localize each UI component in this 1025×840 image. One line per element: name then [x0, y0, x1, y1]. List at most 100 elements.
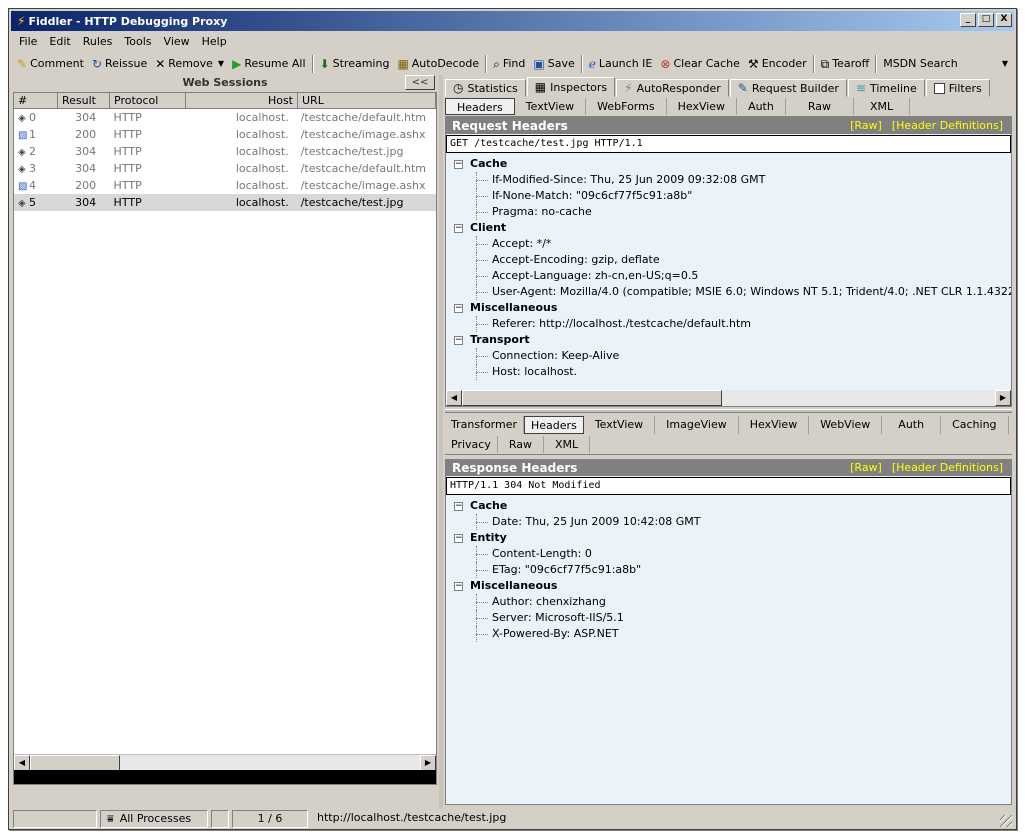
collapse-toggle-icon[interactable]: −	[454, 534, 463, 543]
close-button[interactable]: X	[996, 13, 1012, 27]
launch-ie-button[interactable]: ℯ Launch IE	[585, 54, 657, 74]
collapse-toggle-icon[interactable]: −	[454, 224, 463, 233]
header-item[interactable]: Server: Microsoft-IIS/5.1	[452, 610, 1011, 626]
collapse-button[interactable]: <<	[405, 75, 435, 90]
column-id[interactable]: #	[14, 93, 58, 109]
menu-view[interactable]: View	[158, 33, 196, 51]
response-raw-link[interactable]: [Raw]	[850, 461, 882, 474]
header-item[interactable]: Accept: */*	[452, 236, 1011, 252]
request-group-miscellaneous[interactable]: − Miscellaneous	[452, 300, 1011, 316]
maximize-button[interactable]: □	[978, 13, 994, 27]
response-tab-xml[interactable]: XML	[544, 436, 591, 453]
response-tab-hexview[interactable]: HexView	[739, 416, 810, 434]
horizontal-splitter[interactable]	[445, 409, 1012, 413]
scroll-right-arrow-icon[interactable]: ▶	[420, 755, 436, 771]
vertical-splitter[interactable]	[439, 75, 443, 809]
streaming-button[interactable]: ⬇ Streaming	[316, 54, 394, 74]
response-tab-textview[interactable]: TextView	[584, 416, 656, 434]
menu-edit[interactable]: Edit	[43, 33, 76, 51]
scrollbar-thumb[interactable]	[30, 755, 120, 771]
menu-rules[interactable]: Rules	[77, 33, 119, 51]
header-item[interactable]: Connection: Keep-Alive	[452, 348, 1011, 364]
response-tab-headers[interactable]: Headers	[524, 416, 584, 434]
sessions-horizontal-scrollbar[interactable]: ◀ ▶	[14, 754, 436, 771]
collapse-toggle-icon[interactable]: −	[454, 160, 463, 169]
response-tab-privacy[interactable]: Privacy	[445, 436, 498, 453]
request-group-transport[interactable]: − Transport	[452, 332, 1011, 348]
request-tab-auth[interactable]: Auth	[737, 98, 786, 115]
response-tab-webview[interactable]: WebView	[809, 416, 883, 434]
header-item[interactable]: Referer: http://localhost./testcache/def…	[452, 316, 1011, 332]
response-group-miscellaneous[interactable]: − Miscellaneous	[452, 578, 1011, 594]
header-item[interactable]: Accept-Encoding: gzip, deflate	[452, 252, 1011, 268]
session-row[interactable]: ◈ 0 304 HTTP localhost. /testcache/defaul…	[14, 109, 436, 126]
request-tab-hexview[interactable]: HexView	[667, 98, 738, 115]
header-item[interactable]: ETag: "09c6cf77f5c91:a8b"	[452, 562, 1011, 578]
menu-help[interactable]: Help	[196, 33, 233, 51]
response-group-cache[interactable]: − Cache	[452, 498, 1011, 514]
request-tab-webforms[interactable]: WebForms	[586, 98, 667, 115]
save-button[interactable]: ▣ Save	[529, 54, 578, 74]
request-group-client[interactable]: − Client	[452, 220, 1011, 236]
scroll-right-arrow-icon[interactable]: ▶	[995, 390, 1011, 406]
header-item[interactable]: X-Powered-By: ASP.NET	[452, 626, 1011, 642]
checkbox-icon[interactable]	[933, 82, 945, 94]
tab-autoresponder[interactable]: ⚡ AutoResponder	[616, 79, 729, 97]
find-button[interactable]: ⌕ Find	[489, 54, 529, 74]
menu-tools[interactable]: Tools	[118, 33, 157, 51]
response-group-entity[interactable]: − Entity	[452, 530, 1011, 546]
header-item[interactable]: Accept-Language: zh-cn,en-US;q=0.5	[452, 268, 1011, 284]
tab-request-builder[interactable]: ✎ Request Builder	[729, 79, 847, 97]
resize-grip-icon[interactable]	[1000, 815, 1012, 827]
clear-cache-button[interactable]: ⊗ Clear Cache	[656, 54, 744, 74]
comment-button[interactable]: ✎ Comment	[13, 54, 88, 74]
menu-file[interactable]: File	[13, 33, 43, 51]
response-tab-caching[interactable]: Caching	[941, 416, 1009, 434]
request-tab-textview[interactable]: TextView	[515, 98, 587, 115]
header-item[interactable]: Date: Thu, 25 Jun 2009 10:42:08 GMT	[452, 514, 1011, 530]
column-host[interactable]: Host	[186, 93, 298, 109]
request-group-cache[interactable]: − Cache	[452, 156, 1011, 172]
collapse-toggle-icon[interactable]: −	[454, 304, 463, 313]
process-filter[interactable]: ⩸ All Processes	[100, 810, 208, 828]
session-row[interactable]: ▧ 4 200 HTTP localhost. /testcache/image.…	[14, 177, 436, 194]
tab-filters[interactable]: Filters	[925, 79, 990, 97]
header-item[interactable]: Pragma: no-cache	[452, 204, 1011, 220]
reissue-button[interactable]: ↻ Reissue	[88, 54, 151, 74]
response-tab-auth[interactable]: Auth	[882, 416, 942, 434]
response-tab-imageview[interactable]: ImageView	[655, 416, 739, 434]
request-tab-xml[interactable]: XML	[854, 98, 911, 115]
session-row-selected[interactable]: ◈ 5 304 HTTP localhost. /testcache/test.j…	[14, 194, 436, 211]
resume-all-button[interactable]: ▶ Resume All	[228, 54, 309, 74]
request-tab-raw[interactable]: Raw	[786, 98, 854, 115]
response-tab-transformer[interactable]: Transformer	[445, 416, 525, 434]
request-header-definitions-link[interactable]: [Header Definitions]	[892, 119, 1003, 132]
request-tab-headers[interactable]: Headers	[445, 98, 515, 115]
column-protocol[interactable]: Protocol	[110, 93, 186, 109]
remove-button[interactable]: ✕ Remove ▼	[151, 54, 228, 74]
scrollbar-thumb[interactable]	[462, 390, 722, 406]
toolbar-overflow-chevron-icon[interactable]: ▼	[998, 54, 1012, 74]
request-line[interactable]: GET /testcache/test.jpg HTTP/1.1	[446, 135, 1011, 153]
autodecode-button[interactable]: ▦ AutoDecode	[393, 54, 483, 74]
tearoff-button[interactable]: ⧉ Tearoff	[817, 54, 874, 74]
header-item[interactable]: Host: localhost.	[452, 364, 1011, 380]
scroll-left-arrow-icon[interactable]: ◀	[14, 755, 30, 771]
request-horizontal-scrollbar[interactable]: ◀ ▶	[446, 390, 1011, 406]
header-item[interactable]: Author: chenxizhang	[452, 594, 1011, 610]
encoder-button[interactable]: ⚒ Encoder	[744, 54, 811, 74]
header-item[interactable]: Content-Length: 0	[452, 546, 1011, 562]
session-row[interactable]: ▧ 1 200 HTTP localhost. /testcache/image.…	[14, 126, 436, 143]
msdn-search-box[interactable]: MSDN Search	[879, 54, 998, 74]
header-item[interactable]: If-None-Match: "09c6cf77f5c91:a8b"	[452, 188, 1011, 204]
session-row[interactable]: ◈ 2 304 HTTP localhost. /testcache/test.j…	[14, 143, 436, 160]
response-header-definitions-link[interactable]: [Header Definitions]	[892, 461, 1003, 474]
tab-timeline[interactable]: ≡ Timeline	[847, 79, 925, 97]
column-url[interactable]: URL	[298, 93, 436, 109]
tab-statistics[interactable]: ◷ Statistics	[445, 79, 526, 97]
session-row[interactable]: ◈ 3 304 HTTP localhost. /testcache/defaul…	[14, 160, 436, 177]
collapse-toggle-icon[interactable]: −	[454, 502, 463, 511]
tab-inspectors[interactable]: ▦ Inspectors	[526, 77, 616, 97]
quickexec-bar[interactable]	[14, 770, 436, 784]
request-raw-link[interactable]: [Raw]	[850, 119, 882, 132]
